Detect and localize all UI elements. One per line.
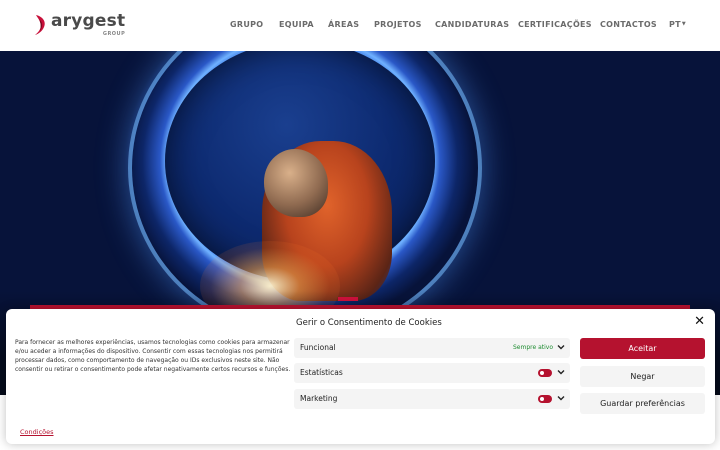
cookie-consent-banner: Gerir o Consentimento de Cookies ✕ Para … <box>6 309 715 444</box>
nav-item-contactos[interactable]: CONTACTOS <box>600 20 657 29</box>
category-label: Marketing <box>300 394 338 403</box>
cookie-category-estatisticas[interactable]: Estatísticas <box>294 363 570 383</box>
caret-down-icon: ▼ <box>681 21 687 27</box>
cookie-category-marketing[interactable]: Marketing <box>294 389 570 409</box>
deny-button[interactable]: Negar <box>580 366 705 387</box>
cookie-description: Para fornecer as melhores experiências, … <box>15 339 291 373</box>
save-preferences-button[interactable]: Guardar preferências <box>580 393 705 414</box>
category-label: Estatísticas <box>300 368 343 377</box>
conditions-link[interactable]: Condições <box>20 428 54 436</box>
chevron-down-icon[interactable] <box>556 342 566 352</box>
nav-item-equipa[interactable]: EQUIPA <box>279 20 314 29</box>
welder-helmet <box>264 149 328 217</box>
nav-item-certificacoes[interactable]: CERTIFICAÇÕES <box>518 20 592 29</box>
close-icon[interactable]: ✕ <box>694 315 705 328</box>
category-label: Funcional <box>300 343 336 352</box>
always-active-badge: Sempre ativo <box>512 344 553 351</box>
cookie-title: Gerir o Consentimento de Cookies <box>296 318 442 328</box>
language-selector[interactable]: PT▼ <box>669 20 686 29</box>
nav-item-projetos[interactable]: PROJETOS <box>374 20 422 29</box>
cookie-category-funcional[interactable]: Funcional Sempre ativo <box>294 338 570 358</box>
slider-indicator-active[interactable] <box>338 297 358 301</box>
nav-item-areas[interactable]: ÁREAS <box>328 20 359 29</box>
nav-item-grupo[interactable]: GRUPO <box>230 20 263 29</box>
chevron-down-icon[interactable] <box>556 367 566 377</box>
accept-button[interactable]: Aceitar <box>580 338 705 359</box>
site-header: arygest GROUP GRUPO EQUIPA ÁREAS PROJETO… <box>0 0 720 51</box>
main-nav: GRUPO EQUIPA ÁREAS PROJETOS CANDIDATURAS… <box>0 20 720 32</box>
language-label: PT <box>669 20 681 29</box>
category-toggle[interactable] <box>538 395 552 403</box>
category-toggle[interactable] <box>538 369 552 377</box>
chevron-down-icon[interactable] <box>556 393 566 403</box>
nav-item-candidaturas[interactable]: CANDIDATURAS <box>435 20 509 29</box>
